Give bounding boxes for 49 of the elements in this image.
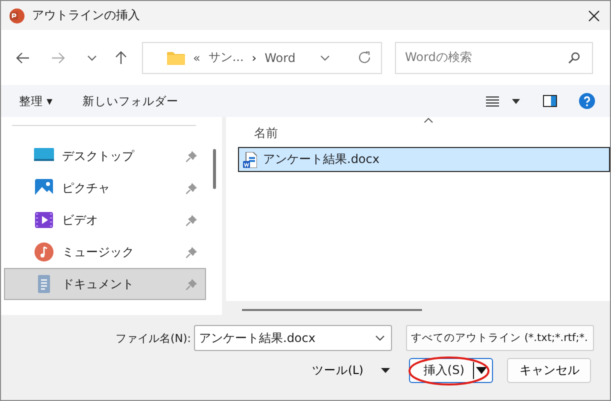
breadcrumb-separator[interactable]: サン... [208,49,244,66]
list-view-icon[interactable] [486,96,499,106]
close-icon[interactable] [588,10,600,22]
breadcrumb: › [252,50,257,64]
word-document-icon [243,152,257,168]
insert-button[interactable]: 挿入(S) [409,358,494,383]
caret-icon[interactable] [512,98,520,104]
up-arrow-icon[interactable] [115,50,127,64]
window-title: アウトラインの挿入 [32,7,140,24]
pin-icon[interactable] [186,182,197,194]
folder-icon [167,50,185,64]
pin-icon[interactable] [186,214,197,226]
tools-button[interactable]: ツール(L) [312,363,364,378]
sidebar-item[interactable]: デスクトップ [4,140,206,172]
filename-field[interactable]: アンケート結果.docx [194,325,392,351]
music-note-icon [34,242,54,262]
pin-icon[interactable] [186,150,197,162]
search-field[interactable]: Wordの検索 [395,42,593,74]
chevron-down-icon[interactable] [87,54,97,60]
breadcrumb-separator[interactable]: Word [264,50,296,64]
scrollbar-thumb[interactable] [242,309,422,311]
breadcrumb-overflow[interactable]: « [193,50,200,64]
sidebar-item[interactable]: ドキュメント [4,268,206,300]
film-icon [34,210,54,230]
sort-caret-icon [424,118,433,123]
chevron-down-icon[interactable] [375,335,385,341]
chevron-down-icon[interactable] [320,54,330,60]
file-row[interactable]: アンケート結果.docx [238,147,610,172]
back-arrow-icon[interactable] [16,52,30,64]
refresh-icon[interactable] [358,51,371,64]
filename-label: ファイル名(N): [114,330,191,346]
preview-pane-icon[interactable] [543,95,557,107]
scrollbar-thumb[interactable] [213,149,216,189]
address-bar[interactable]: « サン... › Word [142,42,382,74]
help-icon[interactable] [579,93,595,109]
app-icon [9,8,25,24]
pin-icon[interactable] [186,246,197,258]
caret-icon[interactable] [476,367,488,374]
sidebar-item[interactable]: ビデオ [4,204,206,236]
file-type-dropdown[interactable]: すべてのアウトライン (*.txt;*.rtf;*. [406,325,594,351]
image-icon [34,178,54,198]
column-header[interactable]: 名前 [254,125,278,142]
caret-icon[interactable] [381,368,390,373]
organize-button[interactable]: 整理 ▾ [15,92,56,110]
cancel-button[interactable]: キャンセル [507,358,592,383]
new-folder-button[interactable]: 新しいフォルダー [78,92,182,110]
sidebar-item[interactable]: ピクチャ [4,172,206,204]
search-icon[interactable] [568,52,580,64]
sidebar-item[interactable]: ミュージック [4,236,206,268]
